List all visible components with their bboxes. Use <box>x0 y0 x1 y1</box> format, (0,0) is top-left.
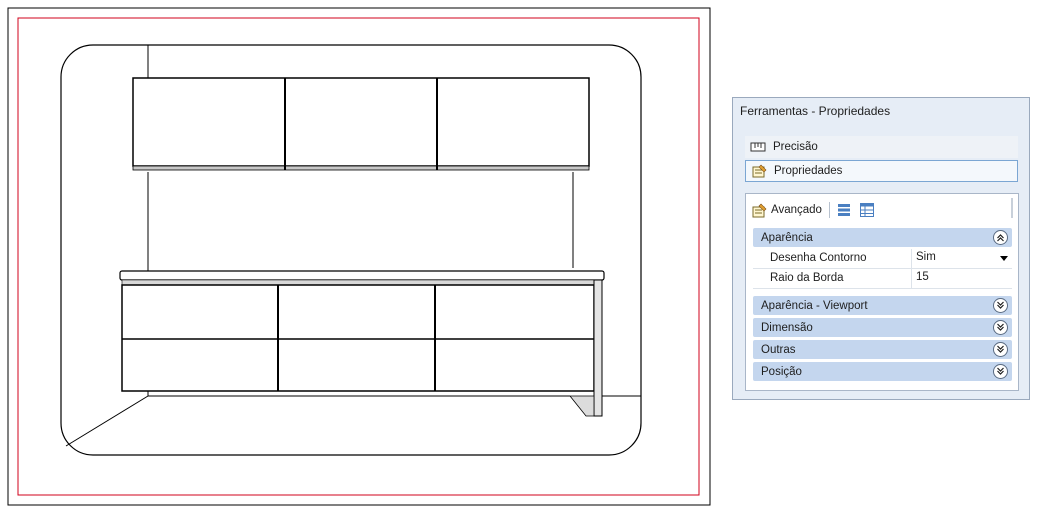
category-label: Outras <box>761 343 796 356</box>
property-name: Desenha Contorno <box>770 252 867 264</box>
panel-title: Ferramentas - Propriedades <box>740 104 891 118</box>
category-posicao[interactable]: Posição <box>753 362 1012 381</box>
properties-toolbar: Avançado <box>751 199 878 221</box>
category-aparencia[interactable]: Aparência <box>753 228 1012 247</box>
category-dimensao[interactable]: Dimensão <box>753 318 1012 337</box>
expand-icon[interactable] <box>993 364 1008 379</box>
property-value-dropdown[interactable]: Sim <box>911 249 1012 268</box>
property-name: Raio da Borda <box>770 272 844 284</box>
toolbar-scroll-indicator <box>1011 198 1013 218</box>
properties-icon <box>751 164 767 178</box>
nav-item-label: Propriedades <box>774 165 843 177</box>
category-label: Posição <box>761 365 802 378</box>
category-label: Aparência - Viewport <box>761 299 868 312</box>
list-view-icon[interactable] <box>837 203 851 217</box>
upper-cabinets[interactable] <box>132 77 590 171</box>
properties-grid-container: Avançado Aparência Desenha Contorno Sim … <box>745 193 1019 391</box>
drawing-sheet[interactable] <box>0 0 730 515</box>
category-label: Dimensão <box>761 321 813 334</box>
table-view-icon[interactable] <box>859 203 874 217</box>
expand-icon[interactable] <box>993 320 1008 335</box>
toolbar-separator <box>828 202 830 218</box>
expand-icon[interactable] <box>993 298 1008 313</box>
nav-item-properties[interactable]: Propriedades <box>745 160 1018 182</box>
property-row-desenha-contorno: Desenha Contorno Sim <box>753 249 1012 269</box>
nav-item-label: Precisão <box>773 141 818 153</box>
property-value-input[interactable]: 15 <box>911 269 1012 288</box>
property-row-raio-da-borda: Raio da Borda 15 <box>753 269 1012 289</box>
dropdown-arrow-icon[interactable] <box>1000 256 1008 261</box>
advanced-button-label[interactable]: Avançado <box>771 204 822 216</box>
expand-icon[interactable] <box>993 342 1008 357</box>
category-outras[interactable]: Outras <box>753 340 1012 359</box>
properties-panel: Ferramentas - Propriedades Precisão Prop… <box>732 97 1030 400</box>
precision-icon <box>750 140 766 154</box>
nav-item-precision[interactable]: Precisão <box>745 136 1018 158</box>
property-value: 15 <box>916 271 929 283</box>
advanced-properties-icon[interactable] <box>751 203 767 218</box>
property-value: Sim <box>916 251 936 263</box>
category-label: Aparência <box>761 231 813 244</box>
category-aparencia-viewport[interactable]: Aparência - Viewport <box>753 296 1012 315</box>
collapse-icon[interactable] <box>993 230 1008 245</box>
